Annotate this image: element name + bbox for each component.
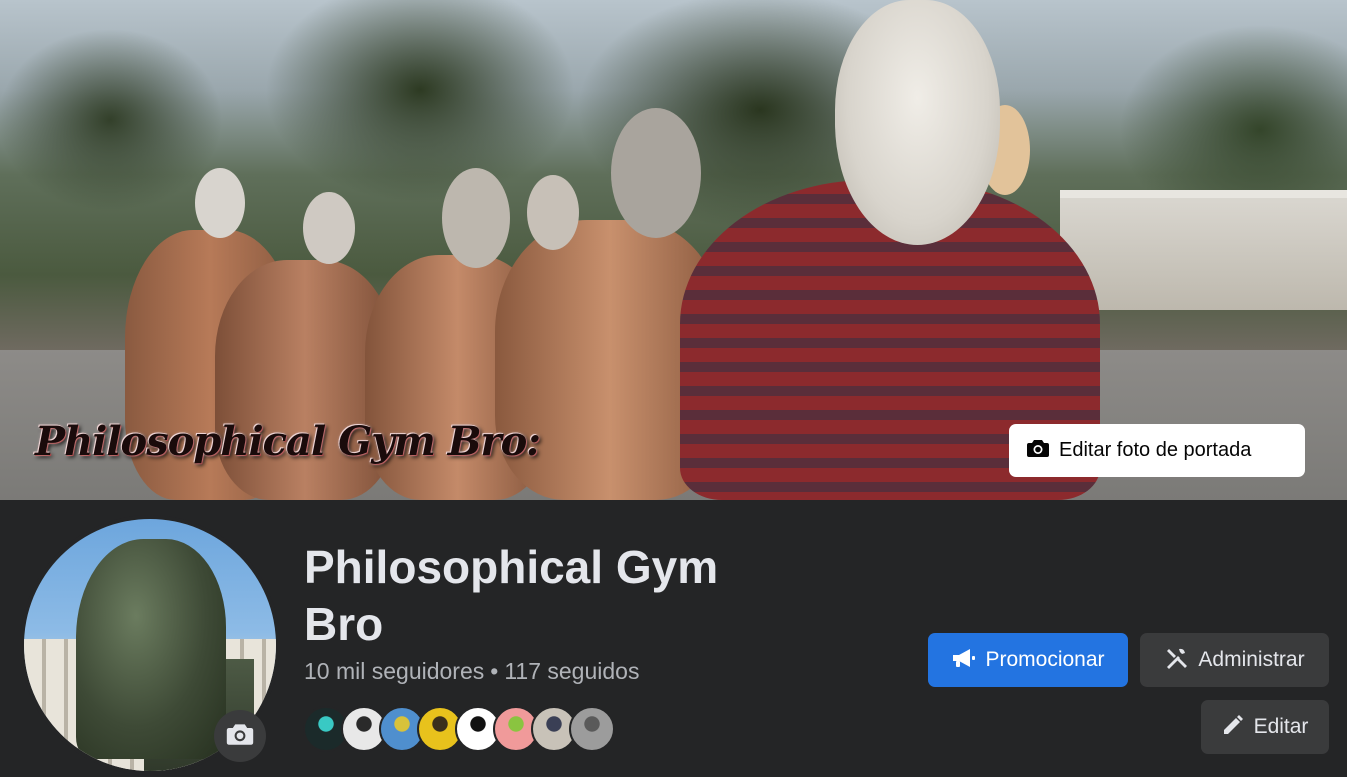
cover-house xyxy=(1060,190,1347,310)
edit-cover-photo-label: Editar foto de portada xyxy=(1059,439,1252,461)
cover-photo[interactable]: Philosophical Gym Bro: Editar foto de po… xyxy=(0,0,1347,500)
page-title: Philosophical Gym Bro xyxy=(304,541,719,650)
manage-button[interactable]: Administrar xyxy=(1140,633,1329,687)
cover-socrates-head xyxy=(835,0,1000,245)
cover-philosopher-head-4 xyxy=(527,175,579,250)
edit-cover-photo-button[interactable]: Editar foto de portada xyxy=(1009,424,1305,477)
manage-label: Administrar xyxy=(1198,648,1305,671)
followers-preview xyxy=(303,706,615,752)
cover-philosopher-head-3 xyxy=(442,168,510,268)
avatar-thinker-statue xyxy=(76,539,226,759)
cover-philosopher-head-1 xyxy=(195,168,245,238)
cover-overlay-text: Philosophical Gym Bro: xyxy=(35,418,541,465)
cover-philosopher-head-2 xyxy=(303,192,355,264)
follower-avatar-8[interactable] xyxy=(569,706,615,752)
avatar-camera-button[interactable] xyxy=(214,710,266,762)
tools-icon xyxy=(1164,646,1188,675)
following-count[interactable]: 117 seguidos xyxy=(504,658,639,684)
pencil-icon xyxy=(1222,714,1244,741)
camera-icon xyxy=(226,722,254,751)
page-header: Philosophical Gym Bro: Editar foto de po… xyxy=(0,0,1347,777)
promote-button[interactable]: Promocionar xyxy=(928,633,1128,687)
followers-count[interactable]: 10 mil seguidores xyxy=(304,658,484,684)
cover-philosopher-head-5 xyxy=(611,108,701,238)
megaphone-icon xyxy=(951,647,976,674)
edit-button[interactable]: Editar xyxy=(1201,700,1329,754)
promote-label: Promocionar xyxy=(985,648,1105,671)
stats-separator: • xyxy=(490,658,499,684)
camera-icon xyxy=(1027,438,1049,463)
follow-stats: 10 mil seguidores • 117 seguidos xyxy=(304,658,639,685)
edit-label: Editar xyxy=(1253,715,1309,738)
